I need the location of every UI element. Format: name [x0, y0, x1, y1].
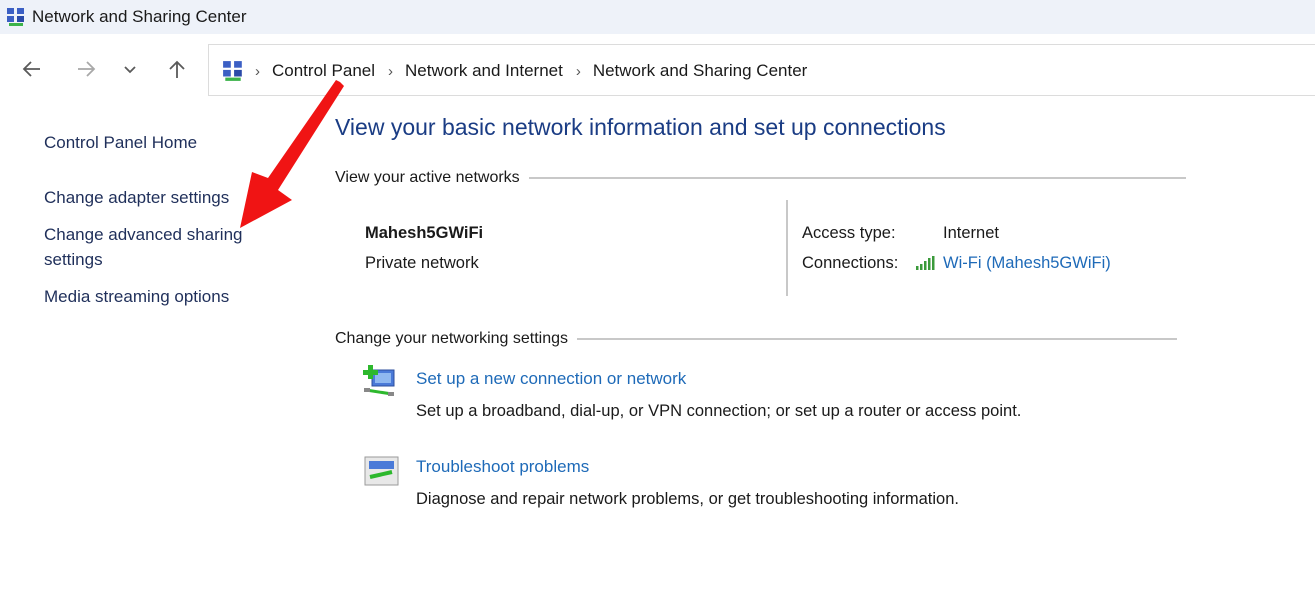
change-settings-header: Change your networking settings	[335, 330, 1178, 348]
new-connection-icon	[363, 365, 395, 396]
breadcrumb-network-and-internet[interactable]: Network and Internet	[405, 61, 563, 81]
back-button[interactable]	[19, 58, 45, 84]
network-type[interactable]: Private network	[365, 254, 479, 273]
setup-new-connection-description: Set up a broadband, dial-up, or VPN conn…	[416, 402, 1022, 420]
title-bar: Network and Sharing Center	[0, 0, 1315, 34]
divider	[786, 200, 788, 296]
chevron-right-icon: ›	[255, 62, 260, 80]
sidebar-item-change-advanced-sharing-settings[interactable]: Change advanced sharing settings	[44, 222, 259, 272]
arrow-right-icon	[78, 61, 96, 77]
connection-link[interactable]: Wi-Fi (Mahesh5GWiFi)	[943, 254, 1111, 273]
breadcrumb: › Control Panel › Network and Internet ›…	[255, 61, 820, 81]
sidebar-item-media-streaming-options[interactable]: Media streaming options	[44, 284, 229, 309]
network-name: Mahesh5GWiFi	[365, 224, 484, 242]
chevron-down-icon	[124, 66, 136, 74]
page-title: View your basic network information and …	[335, 114, 946, 140]
window-title: Network and Sharing Center	[32, 7, 247, 26]
red-arrow-shape	[240, 80, 344, 228]
breadcrumb-network-and-sharing-center[interactable]: Network and Sharing Center	[593, 61, 808, 81]
address-bar[interactable]: › Control Panel › Network and Internet ›…	[208, 44, 1315, 96]
forward-button[interactable]	[73, 58, 99, 84]
access-type-value: Internet	[943, 224, 999, 242]
divider	[577, 338, 1178, 340]
chevron-right-icon[interactable]: ›	[388, 63, 393, 80]
breadcrumb-control-panel[interactable]: Control Panel	[272, 61, 375, 81]
arrow-up-icon	[169, 60, 185, 78]
control-panel-icon	[223, 61, 242, 81]
wifi-signal-icon	[916, 256, 935, 270]
access-type-label: Access type:	[802, 224, 896, 242]
arrow-left-icon	[22, 61, 40, 77]
sidebar-item-change-adapter-settings[interactable]: Change adapter settings	[44, 185, 229, 210]
recent-locations-button[interactable]	[117, 58, 143, 84]
setup-new-connection-link[interactable]: Set up a new connection or network	[416, 369, 686, 389]
up-button[interactable]	[164, 58, 190, 84]
network-sharing-icon	[7, 8, 24, 26]
troubleshoot-icon	[364, 456, 399, 486]
troubleshoot-problems-description: Diagnose and repair network problems, or…	[416, 490, 959, 508]
connections-label: Connections:	[802, 254, 899, 272]
chevron-right-icon[interactable]: ›	[576, 63, 581, 80]
divider	[528, 177, 1186, 179]
sidebar-item-control-panel-home[interactable]: Control Panel Home	[44, 130, 197, 155]
active-networks-header: View your active networks	[335, 169, 1186, 187]
troubleshoot-problems-link[interactable]: Troubleshoot problems	[416, 457, 589, 477]
